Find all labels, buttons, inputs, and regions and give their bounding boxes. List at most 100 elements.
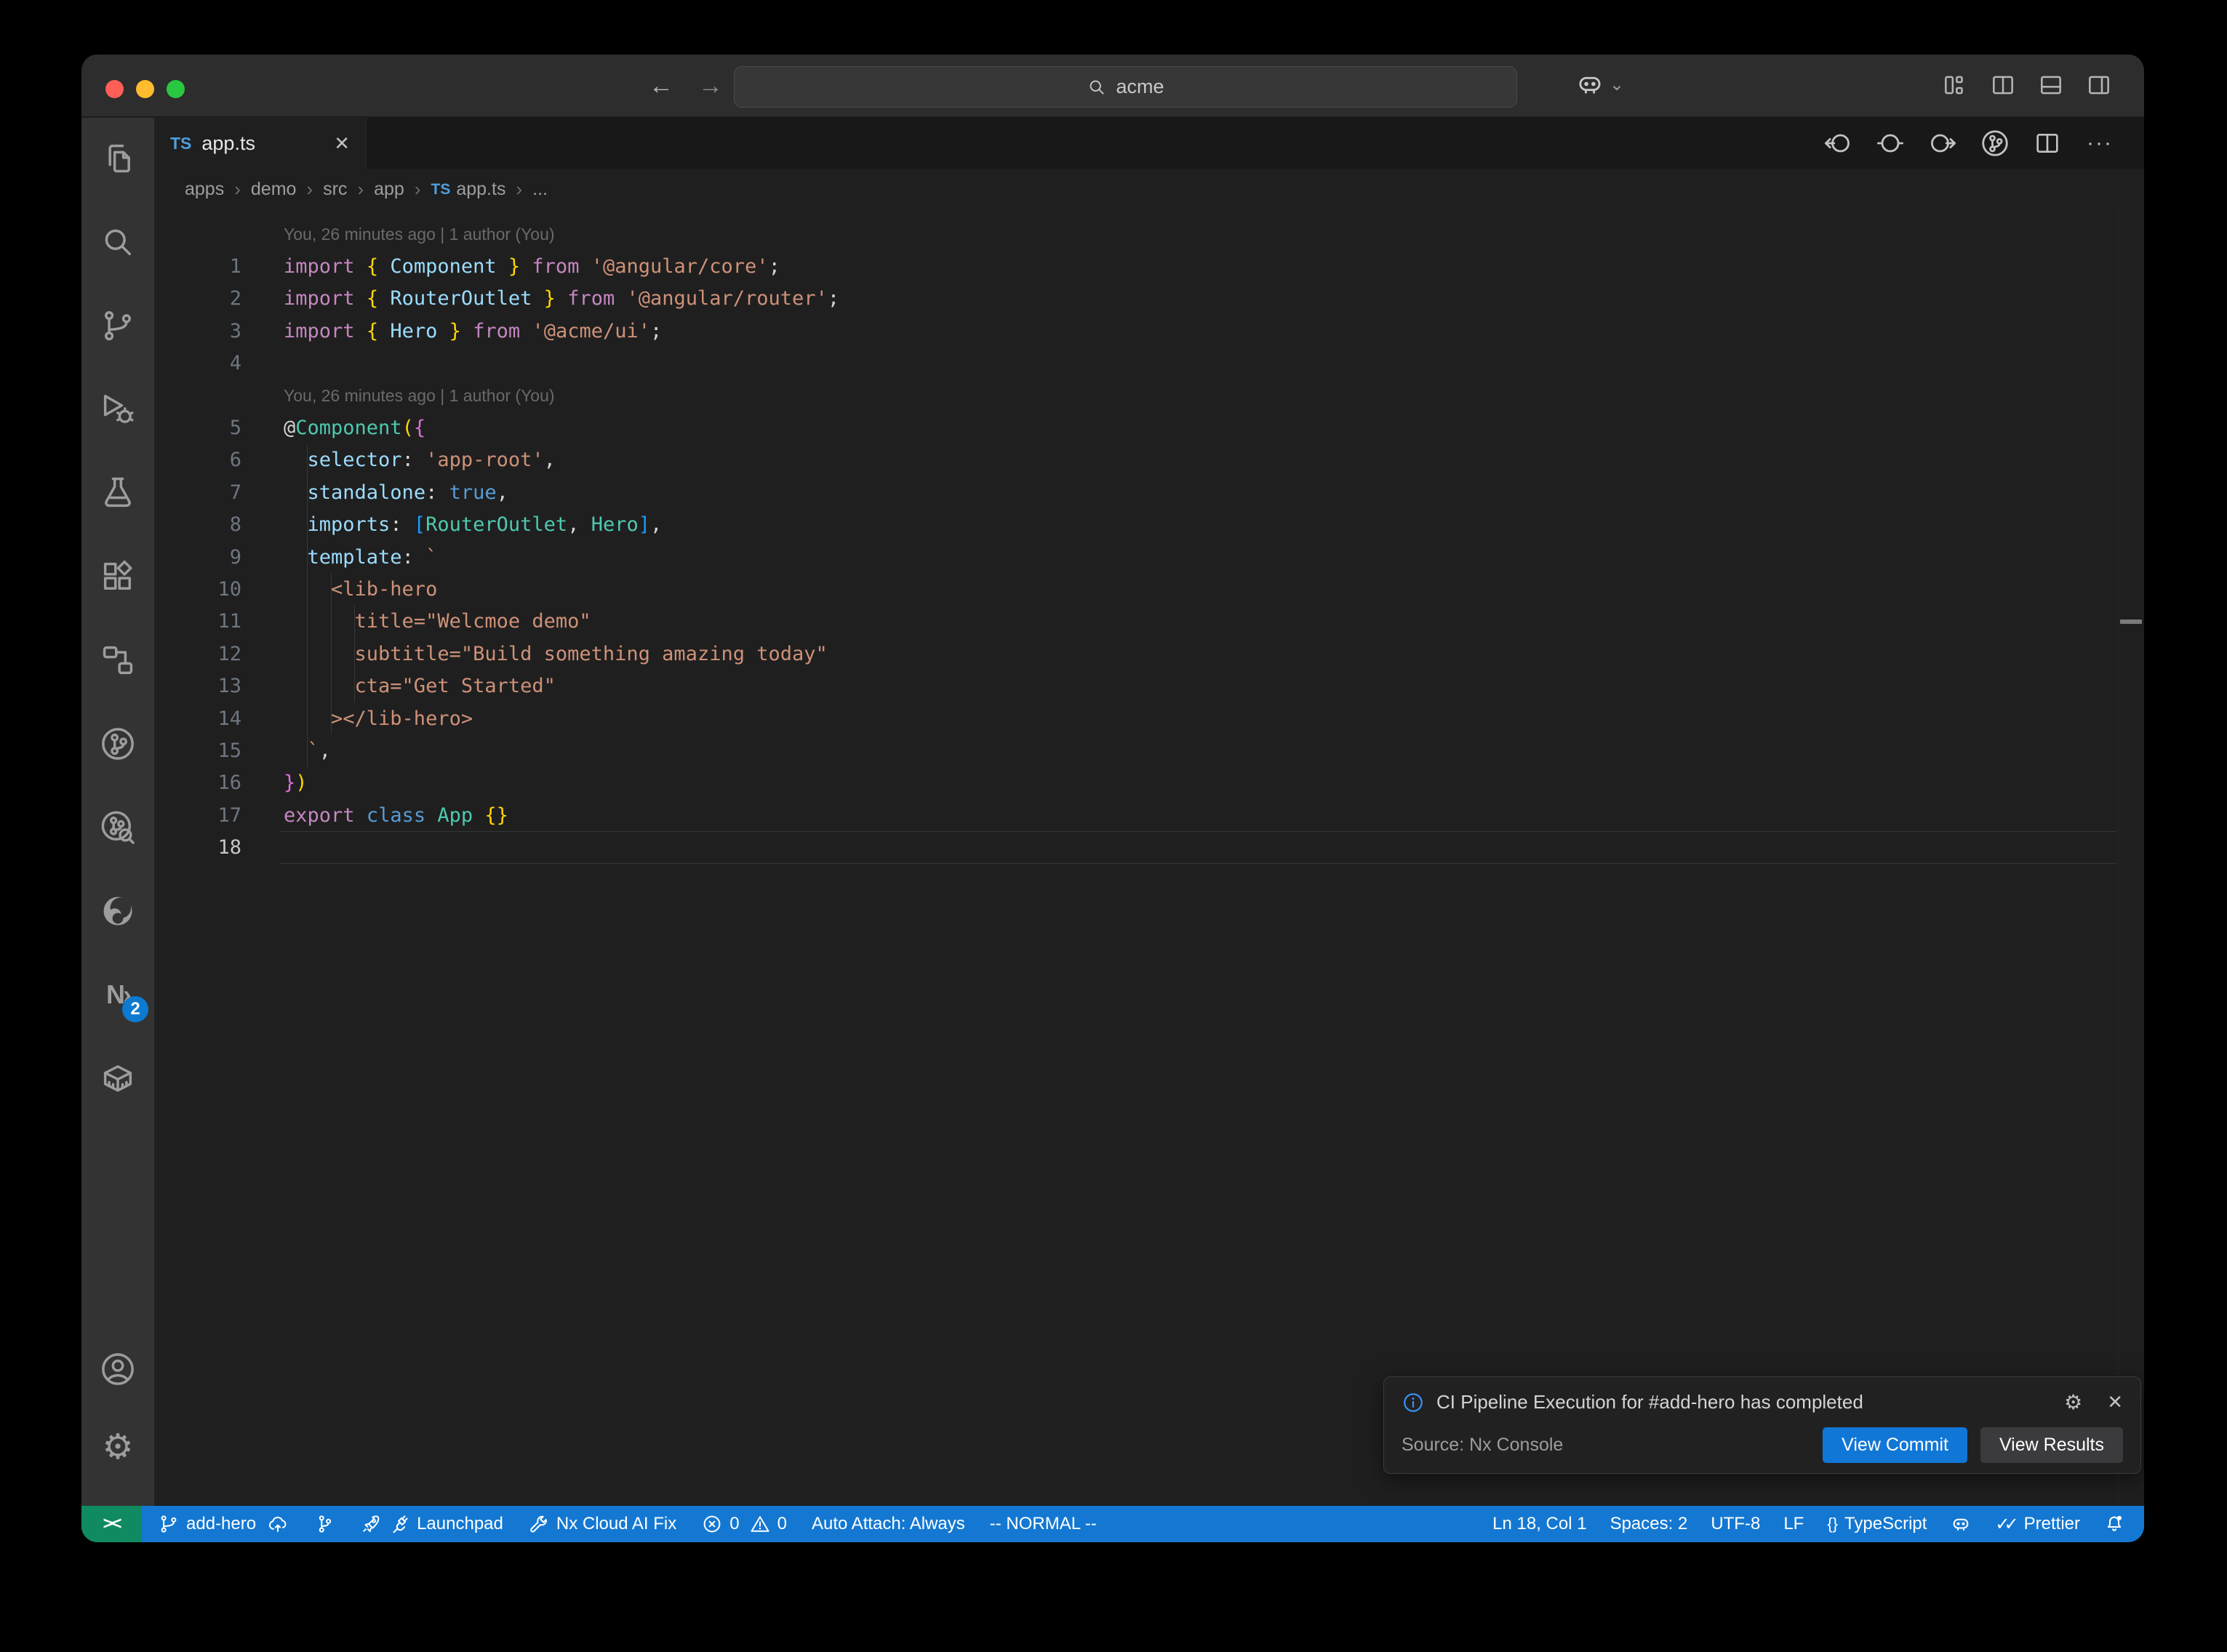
- gitlens-graph-button[interactable]: [1980, 128, 2010, 159]
- code-line[interactable]: 18: [154, 831, 2144, 863]
- breadcrumb-item[interactable]: app: [374, 179, 404, 200]
- code-line[interactable]: 9 template: `: [154, 541, 2144, 573]
- sidebar-item-nx-console[interactable]: N› 2: [99, 976, 137, 1014]
- indentation-status-item[interactable]: Spaces: 2: [1610, 1514, 1688, 1534]
- accounts-button[interactable]: [99, 1350, 137, 1388]
- toggle-sidebar-button[interactable]: [1988, 71, 2018, 100]
- code-line[interactable]: 15 `,: [154, 734, 2144, 766]
- sidebar-item-testing[interactable]: [99, 474, 137, 512]
- sidebar-item-extensions[interactable]: [99, 558, 137, 596]
- sidebar-item-source-control[interactable]: [99, 307, 137, 345]
- nav-forward-commit-button[interactable]: [1927, 128, 1958, 159]
- breadcrumb-item-file[interactable]: TS app.ts: [431, 179, 506, 200]
- sidebar-item-search[interactable]: [99, 223, 137, 261]
- line-number[interactable]: 15: [154, 739, 241, 762]
- toggle-panel-button[interactable]: [2036, 71, 2066, 100]
- breadcrumb-item-symbol[interactable]: ...: [532, 179, 548, 200]
- nx-cloud-ai-fix-status-item[interactable]: Nx Cloud AI Fix: [528, 1513, 676, 1535]
- line-number[interactable]: 5: [154, 417, 241, 439]
- line-number[interactable]: 10: [154, 578, 241, 601]
- breadcrumb-item[interactable]: demo: [251, 179, 297, 200]
- line-number[interactable]: 12: [154, 643, 241, 665]
- nav-back-commit-button[interactable]: [1823, 128, 1853, 159]
- zoom-window-button[interactable]: [167, 80, 185, 98]
- sidebar-item-gitlens-inspect[interactable]: [99, 809, 137, 846]
- line-number[interactable]: 18: [154, 836, 241, 859]
- line-number[interactable]: 7: [154, 481, 241, 504]
- cloud-upload-icon: [267, 1513, 289, 1535]
- sidebar-item-run-debug[interactable]: [99, 390, 137, 428]
- code-editor[interactable]: You, 26 minutes ago | 1 author (You)1imp…: [154, 210, 2144, 1506]
- line-number[interactable]: 14: [154, 707, 241, 730]
- current-commit-button[interactable]: [1875, 128, 1906, 159]
- code-line[interactable]: 2import { RouterOutlet } from '@angular/…: [154, 283, 2144, 315]
- cursor-position-status-item[interactable]: Ln 18, Col 1: [1492, 1514, 1586, 1534]
- close-window-button[interactable]: [105, 80, 124, 98]
- code-line[interactable]: 17export class App {}: [154, 799, 2144, 831]
- branch-status-item[interactable]: add-hero: [158, 1513, 289, 1535]
- eol-status-item[interactable]: LF: [1783, 1514, 1804, 1534]
- code-line[interactable]: 5@Component({: [154, 412, 2144, 444]
- copilot-menu[interactable]: ⌄: [1575, 69, 1624, 100]
- code-line[interactable]: 7 standalone: true,: [154, 476, 2144, 508]
- customize-layout-button[interactable]: [1940, 71, 1970, 100]
- sidebar-item-gitlens[interactable]: [99, 725, 137, 763]
- line-number[interactable]: 6: [154, 449, 241, 471]
- sidebar-item-edge-tools[interactable]: [99, 892, 137, 930]
- commit-graph-status-item[interactable]: [313, 1513, 335, 1535]
- minimize-window-button[interactable]: [136, 80, 154, 98]
- line-number[interactable]: 11: [154, 610, 241, 633]
- tab-app-ts[interactable]: TS app.ts ✕: [154, 118, 367, 169]
- view-commit-button[interactable]: View Commit: [1823, 1427, 1967, 1463]
- history-back-button[interactable]: ←: [649, 72, 673, 100]
- close-tab-icon[interactable]: ✕: [334, 132, 350, 155]
- remote-indicator[interactable]: ><: [81, 1506, 142, 1542]
- code-line[interactable]: 13 cta="Get Started": [154, 670, 2144, 702]
- copilot-status-item[interactable]: [1950, 1513, 1972, 1535]
- auto-attach-status-item[interactable]: Auto Attach: Always: [812, 1514, 965, 1534]
- line-number[interactable]: 2: [154, 287, 241, 310]
- vim-mode-status-item[interactable]: -- NORMAL --: [990, 1514, 1097, 1534]
- view-results-button[interactable]: View Results: [1980, 1427, 2123, 1463]
- history-forward-button[interactable]: →: [698, 72, 723, 100]
- language-mode-status-item[interactable]: {} TypeScript: [1827, 1514, 1927, 1534]
- notification-settings-gear-icon[interactable]: ⚙: [2064, 1390, 2082, 1414]
- split-editor-button[interactable]: [2032, 128, 2063, 159]
- sidebar-item-explorer[interactable]: [99, 140, 137, 177]
- sidebar-item-project-view[interactable]: [99, 641, 137, 679]
- settings-button[interactable]: ⚙: [99, 1428, 137, 1466]
- toggle-secondary-sidebar-button[interactable]: [2084, 71, 2114, 100]
- code-line[interactable]: 11 title="Welcmoe demo": [154, 606, 2144, 638]
- code-line[interactable]: 10 <lib-hero: [154, 573, 2144, 605]
- editor-scrollbar[interactable]: [2118, 210, 2144, 1506]
- line-number[interactable]: 3: [154, 320, 241, 342]
- info-icon: [1402, 1391, 1425, 1414]
- problems-status-item[interactable]: 0 0: [701, 1513, 787, 1535]
- line-number[interactable]: 9: [154, 546, 241, 569]
- more-actions-button[interactable]: ···: [2084, 128, 2115, 159]
- command-center-search[interactable]: acme: [734, 66, 1517, 108]
- line-number[interactable]: 13: [154, 675, 241, 697]
- code-line[interactable]: 16}): [154, 767, 2144, 799]
- notifications-bell-item[interactable]: [2103, 1513, 2125, 1535]
- launchpad-status-item[interactable]: Launchpad: [360, 1513, 503, 1535]
- line-number[interactable]: 4: [154, 352, 241, 374]
- notification-close-icon[interactable]: ✕: [2107, 1391, 2123, 1414]
- breadcrumb-item[interactable]: apps: [185, 179, 224, 200]
- code-line[interactable]: 14 ></lib-hero>: [154, 702, 2144, 734]
- code-line[interactable]: 3import { Hero } from '@acme/ui';: [154, 315, 2144, 347]
- line-number[interactable]: 17: [154, 804, 241, 827]
- search-value: acme: [1116, 76, 1164, 98]
- line-number[interactable]: 16: [154, 771, 241, 794]
- line-number[interactable]: 8: [154, 513, 241, 536]
- sidebar-item-containers[interactable]: [99, 1059, 137, 1097]
- breadcrumb-item[interactable]: src: [323, 179, 347, 200]
- code-line[interactable]: 1import { Component } from '@angular/cor…: [154, 250, 2144, 282]
- code-line[interactable]: 4: [154, 348, 2144, 380]
- line-number[interactable]: 1: [154, 255, 241, 278]
- code-line[interactable]: 12 subtitle="Build something amazing tod…: [154, 638, 2144, 670]
- formatter-status-item[interactable]: ✓✓ Prettier: [1995, 1514, 2080, 1535]
- code-line[interactable]: 8 imports: [RouterOutlet, Hero],: [154, 509, 2144, 541]
- code-line[interactable]: 6 selector: 'app-root',: [154, 444, 2144, 476]
- encoding-status-item[interactable]: UTF-8: [1711, 1514, 1760, 1534]
